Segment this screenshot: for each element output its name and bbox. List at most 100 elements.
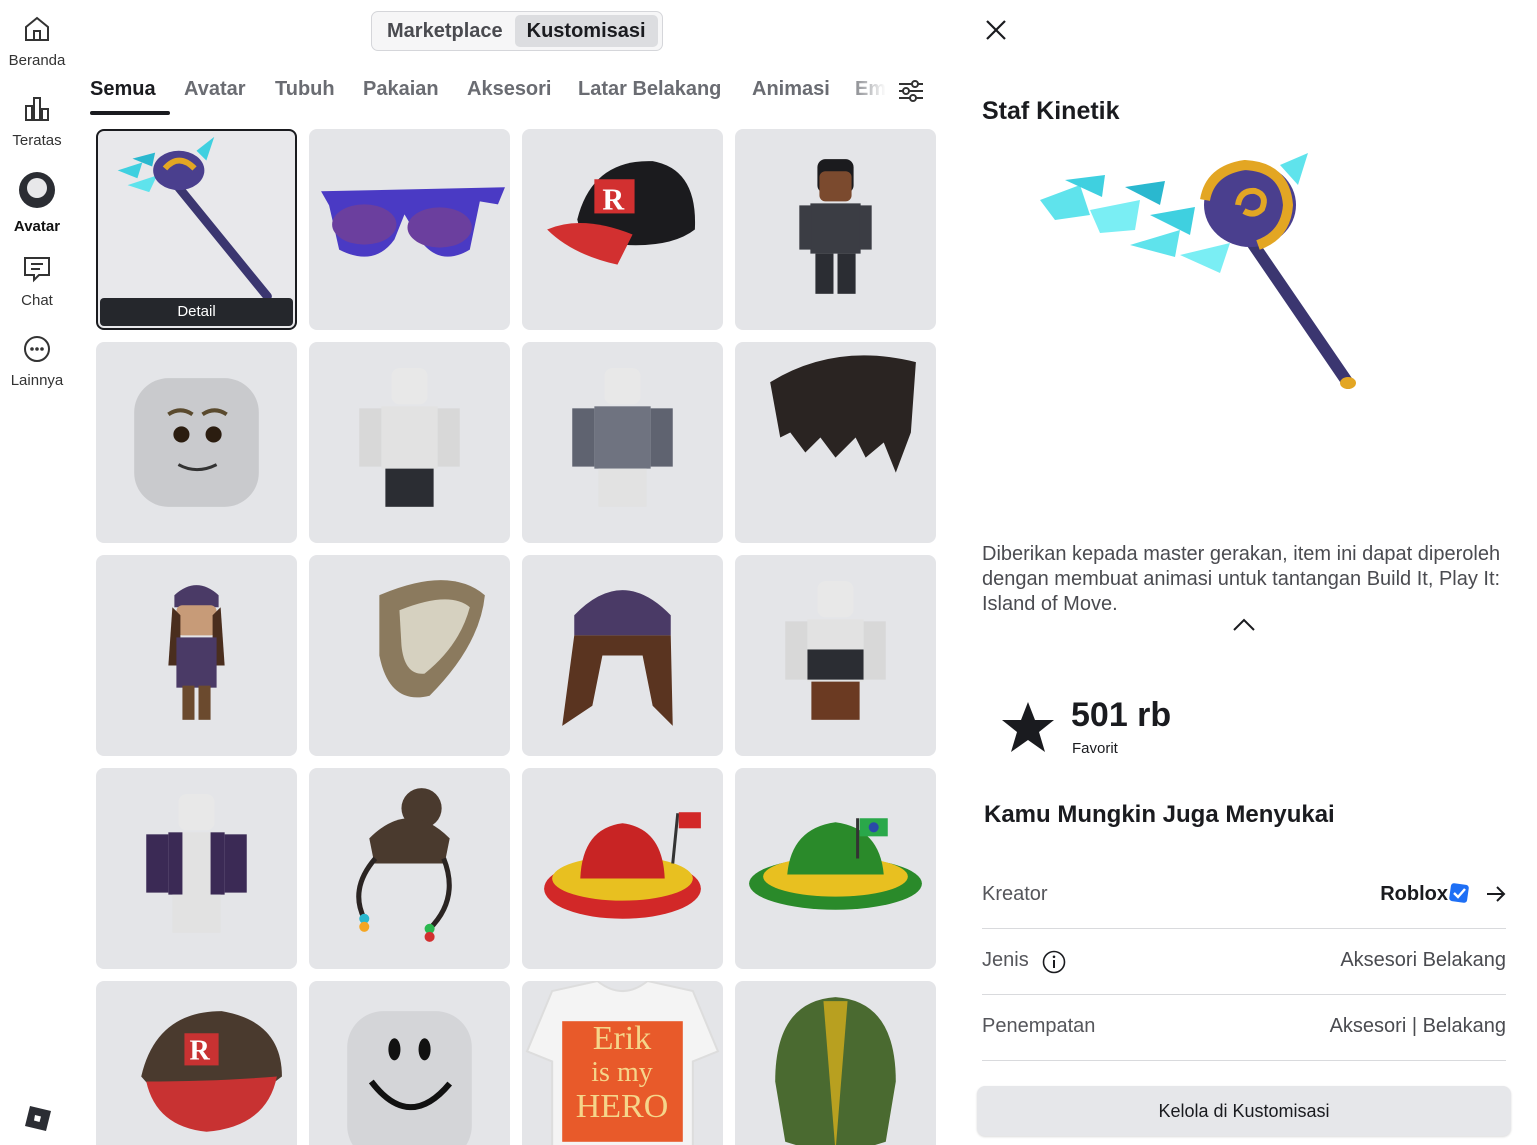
item-tile-kinetic-staff[interactable]: Detail	[96, 129, 297, 330]
brown-r-cap-icon: R	[141, 1011, 282, 1132]
smile-face-icon	[347, 1011, 472, 1145]
scarf-icon	[379, 580, 485, 698]
item-tile[interactable]	[309, 342, 510, 543]
grey-shirt-body-icon	[572, 368, 673, 507]
nav-label: Chat	[21, 292, 53, 309]
left-nav: Beranda Teratas Avatar Chat Lainnya	[0, 0, 74, 1145]
favorite-count: 501 rb	[1071, 696, 1172, 734]
creator-name-link[interactable]: Roblox	[1380, 883, 1448, 906]
brazil-hat-icon	[749, 818, 922, 910]
verified-badge-icon	[1449, 883, 1469, 903]
nav-item-lainnya[interactable]: Lainnya	[0, 334, 74, 389]
white-shirt-body-icon	[359, 368, 460, 507]
item-tile-erik-tshirt[interactable]: Erik is my HERO	[522, 981, 723, 1145]
item-tile[interactable]	[96, 342, 297, 543]
avatar-girl-beanie-icon	[168, 585, 225, 720]
close-icon[interactable]	[984, 16, 1008, 44]
green-hood-icon	[775, 997, 896, 1145]
creator-row[interactable]: Kreator Roblox	[982, 863, 1506, 929]
tab-pakaian[interactable]: Pakaian	[363, 78, 439, 101]
avatar-icon	[19, 172, 55, 208]
item-tile[interactable]	[309, 555, 510, 756]
vietnam-hat-icon	[544, 812, 701, 919]
purple-jacket-body-icon	[146, 794, 247, 933]
item-tile[interactable]	[309, 981, 510, 1145]
tab-latar-belakang[interactable]: Latar Belakang	[578, 78, 721, 101]
item-tile[interactable]: R	[522, 129, 723, 330]
active-tab-indicator	[90, 111, 170, 115]
black-hair-icon	[770, 355, 916, 473]
nav-label: Lainnya	[10, 372, 64, 389]
item-tile[interactable]	[96, 768, 297, 969]
tshirt-line-3: HERO	[575, 1088, 669, 1125]
nav-label: Avatar	[13, 218, 61, 235]
manage-in-customize-button[interactable]: Kelola di Kustomisasi	[977, 1086, 1511, 1136]
item-tile[interactable]	[522, 342, 723, 543]
info-icon[interactable]	[1042, 950, 1066, 974]
item-tile[interactable]	[96, 555, 297, 756]
chat-icon	[24, 257, 50, 283]
tabs-fade	[846, 68, 886, 118]
tshirt-graphic-text: Erik is my HERO	[562, 1021, 682, 1141]
item-tile[interactable]	[735, 768, 936, 969]
tshirt-line-2: is my	[591, 1057, 653, 1088]
nav-item-beranda[interactable]: Beranda	[0, 14, 74, 69]
purple-sunglasses-icon	[321, 187, 505, 257]
arrow-right-icon[interactable]	[1486, 885, 1506, 903]
item-preview-image	[1040, 153, 1356, 389]
creator-label: Kreator	[982, 883, 1048, 905]
tab-tubuh[interactable]: Tubuh	[275, 78, 335, 101]
item-title: Staf Kinetik	[982, 97, 1120, 125]
roblox-logo-icon[interactable]	[24, 1104, 52, 1132]
placement-value: Aksesori | Belakang	[1329, 1015, 1506, 1037]
nav-label: Teratas	[12, 132, 62, 149]
type-label: Jenis	[982, 949, 1029, 971]
striped-shirt-body-icon	[785, 581, 886, 720]
type-value: Aksesori Belakang	[1340, 949, 1506, 971]
type-row: Jenis Aksesori Belakang	[982, 929, 1506, 995]
item-tile[interactable]	[735, 342, 936, 543]
chart-icon	[25, 97, 49, 121]
item-tile[interactable]	[735, 555, 936, 756]
bun-hair-beads-icon	[356, 788, 452, 942]
item-tile[interactable]	[735, 129, 936, 330]
item-tile[interactable]	[522, 555, 723, 756]
face-eyebrows-icon	[134, 378, 259, 507]
category-tabs: Semua Avatar Tubuh Pakaian Aksesori Lata…	[76, 68, 886, 118]
item-description: Diberikan kepada master gerakan, item in…	[982, 543, 1501, 615]
recommendations-heading[interactable]: Kamu Mungkin Juga Menyukai	[984, 801, 1335, 829]
nav-label: Beranda	[8, 52, 66, 69]
segment-kustomisasi[interactable]: Kustomisasi	[514, 15, 658, 47]
avatar-boy-icon	[799, 159, 872, 294]
tshirt-line-1: Erik	[592, 1020, 652, 1057]
beanie-hair-icon	[562, 590, 673, 726]
item-tile[interactable]	[735, 981, 936, 1145]
nav-item-teratas[interactable]: Teratas	[0, 94, 74, 149]
svg-text:R: R	[602, 182, 625, 216]
app-window: Beranda Teratas Avatar Chat Lainnya Mark…	[0, 0, 1537, 1145]
tab-animasi[interactable]: Animasi	[752, 78, 830, 101]
tab-avatar[interactable]: Avatar	[184, 78, 246, 101]
item-grid: Detail R R Erik is my HERO	[96, 129, 936, 1145]
segment-marketplace[interactable]: Marketplace	[375, 15, 515, 47]
placement-label: Penempatan	[982, 1015, 1096, 1037]
placement-row: Penempatan Aksesori | Belakang	[982, 995, 1506, 1061]
filter-sliders-icon[interactable]	[896, 76, 926, 106]
nav-item-chat[interactable]: Chat	[0, 254, 74, 309]
home-icon	[25, 16, 49, 41]
chevron-up-icon[interactable]	[1232, 617, 1256, 633]
item-tile[interactable]	[309, 129, 510, 330]
nav-item-avatar[interactable]: Avatar	[0, 172, 74, 235]
item-tile[interactable]	[309, 768, 510, 969]
favorite-star-icon[interactable]	[1000, 700, 1056, 754]
tab-semua[interactable]: Semua	[90, 78, 156, 101]
mode-segmented-control: Marketplace Kustomisasi	[371, 11, 663, 51]
more-icon	[24, 336, 50, 362]
favorite-label: Favorit	[1072, 740, 1118, 757]
detail-button[interactable]: Detail	[100, 298, 293, 326]
tab-aksesori[interactable]: Aksesori	[467, 78, 552, 101]
item-tile[interactable]	[522, 768, 723, 969]
red-r-cap-icon: R	[547, 161, 696, 265]
item-tile[interactable]: R	[96, 981, 297, 1145]
svg-text:R: R	[189, 1035, 210, 1066]
